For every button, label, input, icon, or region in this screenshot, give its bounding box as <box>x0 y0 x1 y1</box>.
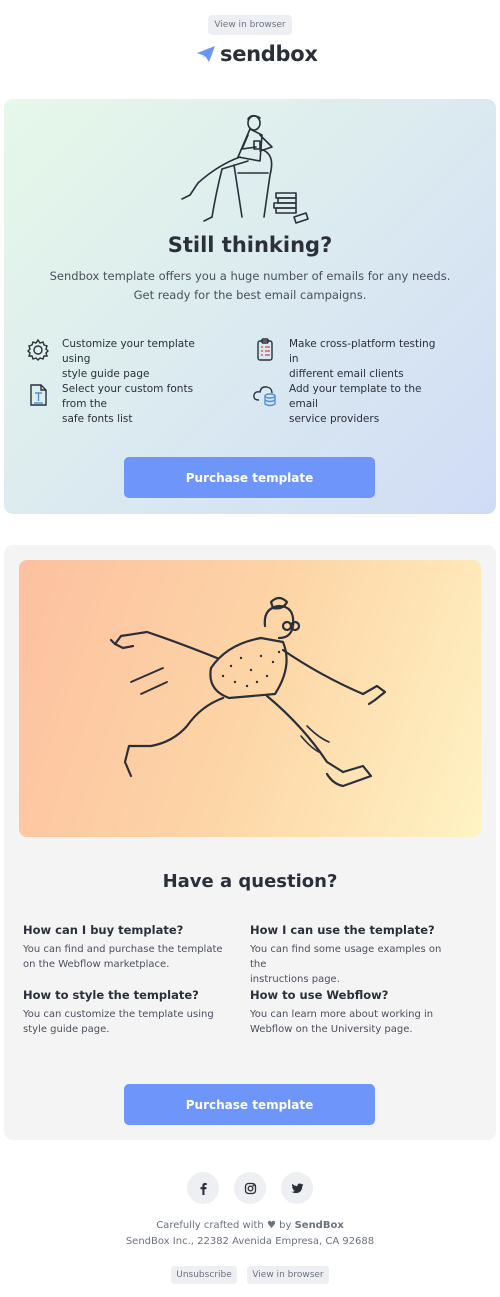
feature-providers: Add your template to the email service p… <box>252 382 442 427</box>
faq-item-buy: How can I buy template? You can find and… <box>23 923 233 972</box>
font-file-icon <box>25 382 51 408</box>
hero-subtitle: Sendbox template offers you a huge numbe… <box>34 267 466 305</box>
feature-providers-line-1: Add your template to the email <box>289 383 422 410</box>
faq-item-use: How I can use the template? You can find… <box>250 923 460 987</box>
feature-customize-line-2: style guide page <box>62 368 150 380</box>
instagram-button[interactable] <box>234 1172 266 1204</box>
crafted-by: by <box>279 1220 292 1231</box>
faq-question: How to use Webflow? <box>250 988 389 1002</box>
crafted-prefix: Carefully crafted with <box>156 1220 264 1231</box>
purchase-template-button-hero[interactable]: Purchase template <box>124 457 375 498</box>
facebook-button[interactable] <box>187 1172 219 1204</box>
running-person-illustration <box>109 596 387 788</box>
feature-fonts-line-2: safe fonts list <box>62 413 133 425</box>
feature-providers-line-2: service providers <box>289 413 380 425</box>
crafted-with-line: Carefully crafted with ♥ by SendBox <box>0 1220 500 1231</box>
facebook-icon <box>200 1182 207 1195</box>
faq-answer-line-2: style guide page. <box>23 1024 110 1035</box>
view-in-browser-footer-link[interactable]: View in browser <box>247 1266 329 1284</box>
faq-answer-line-1: You can customize the template using <box>23 1009 214 1020</box>
faq-answer-line-1: You can learn more about working in <box>250 1009 434 1020</box>
faq-item-style: How to style the template? You can custo… <box>23 988 233 1037</box>
cloud-database-icon <box>252 382 278 408</box>
feature-customize: Customize your template using style guid… <box>25 337 215 382</box>
running-person-banner <box>19 560 481 837</box>
gear-icon <box>25 337 51 363</box>
feature-testing-line-1: Make cross-platform testing in <box>289 338 436 365</box>
unsubscribe-link[interactable]: Unsubscribe <box>171 1266 237 1284</box>
faq-question: How I can use the template? <box>250 923 435 937</box>
paper-plane-icon <box>197 46 215 62</box>
feature-testing: Make cross-platform testing in different… <box>252 337 442 382</box>
faq-answer-line-2: Webflow on the University page. <box>250 1024 413 1035</box>
still-thinking-card: Still thinking? Sendbox template offers … <box>4 99 496 514</box>
twitter-button[interactable] <box>281 1172 313 1204</box>
faq-answer-line-2: on the Webflow marketplace. <box>23 959 170 970</box>
hero-title: Still thinking? <box>167 233 333 257</box>
have-a-question-card: Have a question? How can I buy template?… <box>4 545 496 1140</box>
sendbox-logo[interactable]: sendbox <box>196 41 318 67</box>
heart-icon: ♥ <box>266 1220 276 1231</box>
questions-title: Have a question? <box>162 871 338 892</box>
faq-question: How to style the template? <box>23 988 199 1002</box>
feature-fonts: Select your custom fonts from the safe f… <box>25 382 215 427</box>
faq-answer-line-1: You can find some usage examples on the <box>250 944 442 970</box>
feature-fonts-line-1: Select your custom fonts from the <box>62 383 194 410</box>
twitter-icon <box>291 1183 303 1193</box>
logo-text: sendbox <box>220 42 318 66</box>
faq-question: How can I buy template? <box>23 923 184 937</box>
faq-answer-line-1: You can find and purchase the template <box>23 944 223 955</box>
brand-name: SendBox <box>294 1220 344 1231</box>
view-in-browser-top-button[interactable]: View in browser <box>208 15 292 35</box>
feature-testing-line-2: different email clients <box>289 368 404 380</box>
faq-item-webflow: How to use Webflow? You can learn more a… <box>250 988 460 1037</box>
instagram-icon <box>244 1182 256 1194</box>
faq-answer-line-2: instructions page. <box>250 974 340 985</box>
hero-subtitle-line-1: Sendbox template offers you a huge numbe… <box>49 269 451 283</box>
purchase-template-button-questions[interactable]: Purchase template <box>124 1084 375 1125</box>
checklist-icon <box>252 337 278 363</box>
hero-subtitle-line-2: Get ready for the best email campaigns. <box>133 288 367 302</box>
feature-customize-line-1: Customize your template using <box>62 338 195 365</box>
person-reading-illustration <box>181 114 309 224</box>
company-address: SendBox Inc., 22382 Avenida Empresa, CA … <box>125 1236 375 1247</box>
